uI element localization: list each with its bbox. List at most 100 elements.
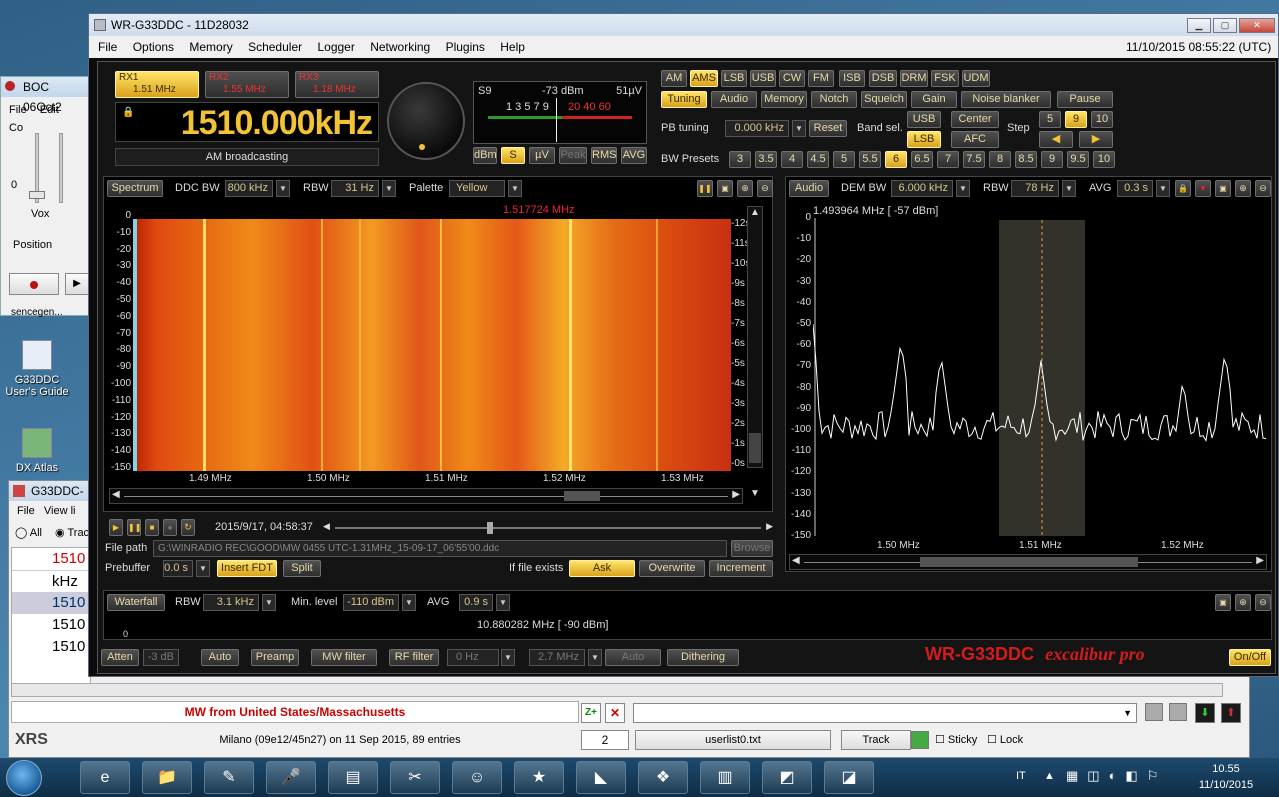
tab-tuning[interactable]: Tuning [661, 91, 707, 108]
rec-slider-left-icon[interactable]: ◀ [323, 521, 330, 532]
list-item[interactable]: 1510 [12, 592, 90, 614]
increment-button[interactable]: Increment [709, 560, 773, 577]
mode-udm[interactable]: UDM [962, 70, 990, 87]
list-menu-view[interactable]: View li [44, 505, 76, 517]
grey-button-1[interactable] [1145, 703, 1163, 721]
rf-low-field[interactable]: 0 Hz [447, 649, 499, 666]
audio-spectrum-plot[interactable] [813, 218, 1269, 536]
step-down-icon[interactable]: ◀ [1039, 131, 1073, 148]
vs-icon[interactable]: ◣ [576, 761, 626, 794]
count-field[interactable]: 2 [581, 730, 629, 750]
radio-track[interactable]: ◉ Trac [55, 526, 89, 539]
waterfall-zoom-out-icon[interactable]: ⊖ [1255, 594, 1271, 611]
frequency-display[interactable]: 🔒 1510.000kHz [115, 102, 379, 142]
language-indicator[interactable]: IT [1016, 770, 1026, 782]
rec-record-icon[interactable]: ● [163, 519, 177, 536]
main-app-window[interactable]: WR-G33DDC - 11D28032 ▁ ▢ ✕ File Options … [88, 13, 1279, 677]
ie-icon[interactable]: e [80, 761, 130, 794]
dithering-button[interactable]: Dithering [667, 649, 739, 666]
pb-tuning-dropdown[interactable]: ▼ [792, 120, 806, 137]
list-item[interactable]: 1510 [12, 614, 90, 636]
bw-preset-4.5[interactable]: 4.5 [807, 151, 829, 168]
bw-preset-10[interactable]: 10 [1093, 151, 1115, 168]
bw-preset-9[interactable]: 9 [1041, 151, 1063, 168]
tab-gain[interactable]: Gain [911, 91, 957, 108]
menu-options[interactable]: Options [133, 40, 174, 54]
menu-memory[interactable]: Memory [189, 40, 232, 54]
audio-zoom-in-icon[interactable]: ⊕ [1235, 180, 1251, 197]
audio-scroll-right-icon[interactable]: ▶ [1256, 555, 1264, 566]
mode-fm[interactable]: FM [808, 70, 834, 87]
bw-preset-3[interactable]: 3 [729, 151, 751, 168]
zoom-clear-icon[interactable]: ✕ [605, 703, 625, 723]
spectrum-vscrollbar[interactable]: ▲ [747, 206, 763, 468]
meter-rms[interactable]: RMS [591, 147, 617, 164]
zoom-out-icon[interactable]: ⊖ [757, 180, 773, 197]
tab-notch[interactable]: Notch [811, 91, 857, 108]
waterfall-button[interactable]: Waterfall [107, 594, 165, 611]
insert-fdt-button[interactable]: Insert FDT [217, 560, 277, 577]
mode-cw[interactable]: CW [779, 70, 805, 87]
radio-all[interactable]: ◯ All [15, 526, 42, 539]
menu-file[interactable]: File [98, 40, 117, 54]
atten-button[interactable]: Atten [101, 649, 139, 666]
arrow-down-icon[interactable]: ⬇ [1195, 703, 1215, 723]
bw-preset-5[interactable]: 5 [833, 151, 855, 168]
ddc-bw-dropdown[interactable]: ▼ [276, 180, 290, 197]
scroll-up-icon[interactable]: ▲ [748, 207, 762, 218]
list-menu-file[interactable]: File [17, 505, 35, 517]
waterfall-display[interactable] [133, 219, 731, 471]
waterfall-rbw-dropdown[interactable]: ▼ [262, 594, 276, 611]
desktop-icon-guide[interactable]: G33DDC User's Guide [0, 340, 74, 398]
menu-networking[interactable]: Networking [370, 40, 430, 54]
pb-tuning-field[interactable]: 0.000 kHz [725, 120, 789, 137]
notepad-icon[interactable]: ✎ [204, 761, 254, 794]
tab-noise-blanker[interactable]: Noise blanker [961, 91, 1051, 108]
mode-ams[interactable]: AMS [690, 70, 718, 87]
clock-time[interactable]: 10.55 [1196, 763, 1256, 775]
bw-preset-8[interactable]: 8 [989, 151, 1011, 168]
scroll-right-icon[interactable]: ▶ [732, 489, 740, 500]
rec-position-slider[interactable]: ◀ ▶ [323, 521, 773, 535]
onoff-button[interactable]: On/Off [1229, 649, 1271, 666]
arrow-up-icon[interactable]: ⬆ [1221, 703, 1241, 723]
menu-logger[interactable]: Logger [317, 40, 354, 54]
scroll-left-icon[interactable]: ◀ [112, 489, 120, 500]
step-10[interactable]: 10 [1091, 111, 1113, 128]
search-combo[interactable]: ▼ [633, 703, 1137, 723]
start-button-icon[interactable] [6, 760, 42, 796]
menu-scheduler[interactable]: Scheduler [248, 40, 302, 54]
overwrite-button[interactable]: Overwrite [639, 560, 705, 577]
mw-filter-button[interactable]: MW filter [311, 649, 377, 666]
record-button[interactable] [9, 273, 59, 295]
preamp-button[interactable]: Preamp [251, 649, 299, 666]
menu-help[interactable]: Help [500, 40, 525, 54]
mode-dsb[interactable]: DSB [869, 70, 897, 87]
list-item[interactable]: 1510 [12, 636, 90, 658]
bw-preset-9.5[interactable]: 9.5 [1067, 151, 1089, 168]
center-button[interactable]: Center [951, 111, 999, 128]
reset-button[interactable]: Reset [809, 120, 847, 137]
microphone-icon[interactable]: 🎤 [266, 761, 316, 794]
rec-stop-icon[interactable]: ■ [145, 519, 159, 536]
rec-pause-icon[interactable]: ❚❚ [127, 519, 141, 536]
meter-peak[interactable]: Peak [559, 147, 587, 164]
explorer-icon[interactable]: 📁 [142, 761, 192, 794]
person-icon[interactable]: ☺ [452, 761, 502, 794]
dem-bw-field[interactable]: 6.000 kHz [891, 180, 953, 197]
mode-isb[interactable]: ISB [839, 70, 865, 87]
star-icon[interactable]: ★ [514, 761, 564, 794]
bw-preset-8.5[interactable]: 8.5 [1015, 151, 1037, 168]
boc-menu-file[interactable]: File [9, 104, 27, 116]
list-hscrollbar[interactable] [11, 683, 1223, 697]
boc-menu-co[interactable]: Co [9, 122, 23, 134]
audio-marker-icon[interactable]: ▼ [1195, 180, 1211, 197]
mode-lsb[interactable]: LSB [721, 70, 747, 87]
rec-slider-right-icon[interactable]: ▶ [766, 521, 773, 532]
play-button[interactable]: ▶ [65, 273, 89, 295]
meter-avg[interactable]: AVG [621, 147, 647, 164]
audio-rbw-field[interactable]: 78 Hz [1011, 180, 1059, 197]
close-button[interactable]: ✕ [1239, 18, 1275, 33]
excalibur-icon[interactable]: ◩ [762, 761, 812, 794]
bw-preset-7.5[interactable]: 7.5 [963, 151, 985, 168]
